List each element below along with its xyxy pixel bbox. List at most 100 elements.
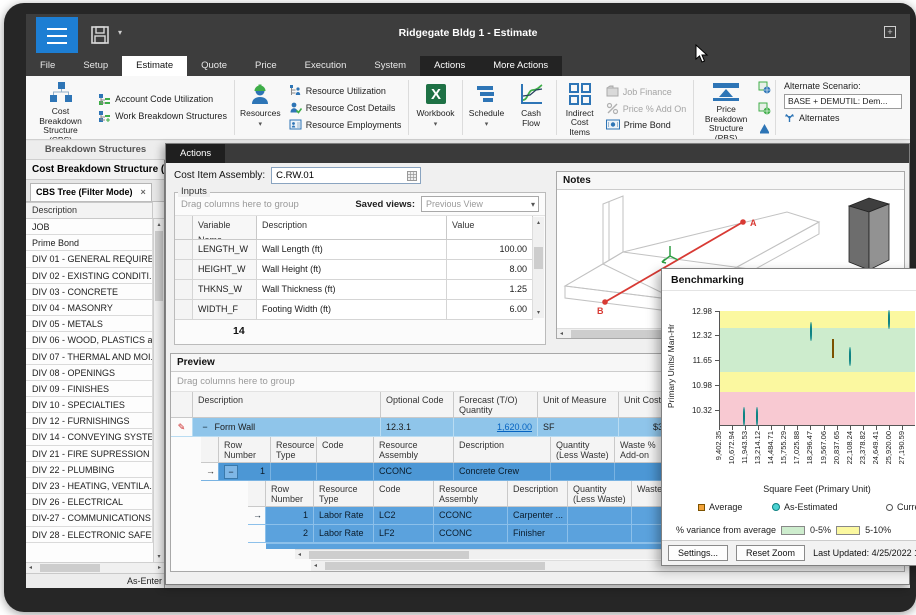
col-variable-name[interactable]: Variable Name: [193, 216, 257, 240]
currency-mode-status[interactable]: As-Enter: [26, 573, 164, 588]
menu-tab-quote[interactable]: Quote: [187, 56, 241, 76]
cbs-tree-item[interactable]: DIV 02 - EXISTING CONDITI...: [26, 268, 153, 284]
menu-tab-more-actions[interactable]: More Actions: [479, 56, 562, 76]
cbs-tree-item[interactable]: DIV 22 - PLUMBING: [26, 462, 153, 478]
variable-name-cell[interactable]: HEIGHT_W: [193, 260, 257, 280]
price-add-on-button[interactable]: Price % Add On: [606, 102, 687, 115]
cbs-tree-item[interactable]: DIV 14 - CONVEYING SYSTEMS: [26, 429, 153, 445]
lookup-grid-icon[interactable]: [407, 171, 417, 181]
as-estimated-point[interactable]: [810, 323, 812, 341]
variable-value-cell[interactable]: 8.00: [447, 260, 533, 280]
globe-blue-icon[interactable]: [758, 81, 771, 94]
cbs-vertical-scrollbar[interactable]: ▴ ▾: [153, 219, 164, 562]
forecast-quantity-cell[interactable]: 1,620.00: [454, 418, 538, 437]
cbs-tree-item[interactable]: DIV 28 - ELECTRONIC SAFET...: [26, 527, 153, 543]
cbs-tree-item[interactable]: DIV 07 - THERMAL AND MOI...: [26, 349, 153, 365]
crew-description-cell[interactable]: Concrete Crew: [454, 463, 551, 481]
close-icon[interactable]: ×: [141, 184, 146, 201]
collapse-icon[interactable]: −: [198, 419, 212, 435]
variable-value-cell[interactable]: 100.00: [447, 240, 533, 260]
scroll-right-icon[interactable]: ▸: [158, 563, 161, 573]
inputs-vertical-scrollbar[interactable]: ▴ ▾: [532, 217, 544, 318]
cbs-tree-item[interactable]: DIV 09 - FINISHES: [26, 381, 153, 397]
reset-zoom-button[interactable]: Reset Zoom: [736, 545, 805, 561]
variable-name-cell[interactable]: LENGTH_W: [193, 240, 257, 260]
menu-tab-estimate[interactable]: Estimate: [122, 56, 187, 76]
scroll-up-icon[interactable]: ▴: [533, 219, 544, 226]
menu-tab-actions[interactable]: Actions: [420, 56, 479, 76]
indirect-cost-items-button[interactable]: Indirect Cost Items: [559, 78, 601, 137]
input-variable-row[interactable]: THKNS_WWall Thickness (ft)1.25: [175, 280, 545, 300]
col-unit-of-measure[interactable]: Unit of Measure: [538, 392, 619, 418]
settings-button[interactable]: Settings...: [668, 545, 728, 561]
alternate-scenario-select[interactable]: BASE + DEMUTIL: Dem...: [784, 94, 902, 109]
cbs-tree-item[interactable]: DIV 08 - OPENINGS: [26, 365, 153, 381]
unit-of-measure-cell[interactable]: SF: [538, 418, 619, 437]
cash-flow-button[interactable]: Cash Flow: [508, 78, 553, 137]
cbs-tree-item[interactable]: DIV 23 - HEATING, VENTILA...: [26, 478, 153, 494]
variable-value-cell[interactable]: 6.00: [447, 300, 533, 320]
cbs-tree-item[interactable]: DIV 03 - CONCRETE: [26, 284, 153, 300]
workbook-button[interactable]: X Workbook ▾: [411, 78, 460, 137]
resource-utilization-button[interactable]: Resource Utilization: [289, 84, 402, 97]
input-variable-row[interactable]: HEIGHT_WWall Height (ft)8.00: [175, 260, 545, 280]
scrollbar-thumb[interactable]: [40, 564, 100, 572]
col-value[interactable]: Value: [447, 216, 533, 240]
scroll-down-icon[interactable]: ▾: [154, 553, 164, 560]
cbs-horizontal-scrollbar[interactable]: ◂ ▸: [26, 562, 164, 573]
job-finance-button[interactable]: Job Finance: [606, 85, 687, 98]
cbs-tree-item[interactable]: DIV 10 - SPECIALTIES: [26, 397, 153, 413]
schedule-button[interactable]: Schedule ▾: [465, 78, 509, 137]
as-estimated-point[interactable]: [888, 311, 890, 329]
menu-tab-price[interactable]: Price: [241, 56, 291, 76]
cbs-tree-item[interactable]: DIV 26 - ELECTRICAL: [26, 494, 153, 510]
scroll-left-icon[interactable]: ◂: [298, 550, 301, 560]
menu-tab-system[interactable]: System: [360, 56, 420, 76]
input-variable-row[interactable]: LENGTH_WWall Length (ft)100.00: [175, 240, 545, 260]
cbs-tree-item[interactable]: DIV 04 - MASONRY: [26, 300, 153, 316]
menu-tab-execution[interactable]: Execution: [291, 56, 361, 76]
prime-bond-button[interactable]: Prime Bond: [606, 119, 687, 130]
variable-description-cell[interactable]: Footing Width (ft): [257, 300, 447, 320]
col-description[interactable]: Description: [193, 392, 381, 418]
maximize-icon[interactable]: +: [884, 26, 896, 38]
col-description[interactable]: Description: [257, 216, 447, 240]
as-estimated-point[interactable]: [743, 408, 745, 426]
saved-views-select[interactable]: Previous View ▾: [421, 196, 539, 212]
variable-description-cell[interactable]: Wall Length (ft): [257, 240, 447, 260]
account-code-utilization-button[interactable]: Account Code Utilization: [98, 93, 227, 106]
cbs-tree-item[interactable]: DIV 05 - METALS: [26, 316, 153, 332]
resources-button[interactable]: Resources ▾: [237, 78, 284, 137]
cost-item-assembly-input[interactable]: C.RW.01: [271, 167, 421, 184]
cbs-tree-item[interactable]: DIV 06 - WOOD, PLASTICS a...: [26, 332, 153, 348]
actions-tab[interactable]: Actions: [166, 144, 225, 163]
description-column-header[interactable]: Description: [26, 202, 153, 219]
menu-tab-setup[interactable]: Setup: [69, 56, 122, 76]
scrollbar-thumb[interactable]: [325, 562, 545, 570]
scroll-up-icon[interactable]: ▴: [154, 221, 164, 228]
benchmark-plot-area[interactable]: [719, 311, 915, 426]
cbs-tree-item[interactable]: Prime Bond: [26, 235, 153, 251]
menu-tab-file[interactable]: File: [26, 56, 69, 76]
as-estimated-point[interactable]: [849, 348, 851, 366]
scroll-left-icon[interactable]: ◂: [29, 563, 32, 573]
variable-description-cell[interactable]: Wall Height (ft): [257, 260, 447, 280]
scrollbar-thumb[interactable]: [309, 551, 469, 559]
cbs-tree-tab[interactable]: CBS Tree (Filter Mode) ×: [30, 183, 152, 201]
cbs-tree-item[interactable]: DIV 01 - GENERAL REQUIRE...: [26, 251, 153, 267]
col-optional-code[interactable]: Optional Code: [381, 392, 454, 418]
pbs-button[interactable]: Price Breakdown Structure (PBS): [696, 78, 756, 137]
cbs-tree-item[interactable]: JOB: [26, 219, 153, 235]
optional-code-cell[interactable]: 12.3.1: [381, 418, 454, 437]
work-breakdown-structures-button[interactable]: Work Breakdown Structures: [98, 110, 227, 123]
funnel-icon[interactable]: [758, 122, 771, 134]
variable-name-cell[interactable]: WIDTH_F: [193, 300, 257, 320]
forecast-quantity-link[interactable]: 1,620.00: [497, 422, 532, 432]
alternates-button[interactable]: Alternates: [784, 112, 902, 123]
input-variable-row[interactable]: WIDTH_FFooting Width (ft)6.00: [175, 300, 545, 320]
variable-value-cell[interactable]: 1.25: [447, 280, 533, 300]
cbs-tree-item[interactable]: DIV-27 - COMMUNICATIONS: [26, 510, 153, 526]
variable-name-cell[interactable]: THKNS_W: [193, 280, 257, 300]
crew-assembly-cell[interactable]: CCONC: [374, 463, 454, 481]
collapse-icon[interactable]: −: [224, 465, 238, 479]
